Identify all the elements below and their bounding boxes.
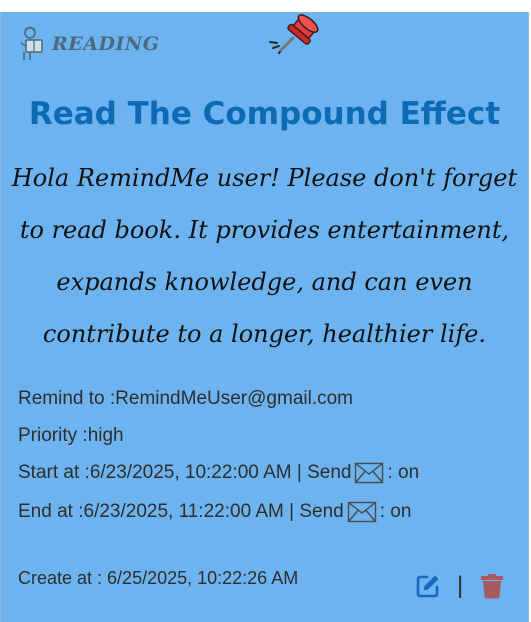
reminder-message: Hola RemindMe user! Please don't forget … (11, 164, 518, 348)
priority-value: high (87, 424, 124, 446)
edit-icon[interactable] (415, 573, 441, 599)
end-label: End at : (18, 501, 84, 522)
priority-label: Priority : (18, 424, 88, 446)
priority-row: Priority : high (18, 417, 419, 454)
book-reader-icon (20, 26, 43, 60)
end-row: End at : 6/23/2025, 11:22:00 AM | Send :… (18, 491, 419, 533)
reminder-details: Remind to : RemindMeUser@gmail.com Prior… (18, 380, 419, 533)
start-value: 6/23/2025, 10:22:00 AM | Send (89, 461, 352, 483)
start-label: Start at : (18, 461, 90, 483)
end-value: 6/23/2025, 11:22:00 AM | Send (83, 501, 344, 522)
trash-icon[interactable] (479, 573, 505, 599)
start-row: Start at : 6/23/2025, 10:22:00 AM | Send… (18, 454, 419, 491)
envelope-icon (355, 462, 384, 483)
remind-to-value: RemindMeUser@gmail.com (115, 387, 353, 409)
envelope-icon (347, 501, 376, 523)
category-tag: READING (18, 26, 159, 62)
category-label: READING (52, 33, 160, 55)
reminder-title: Read The Compound Effect (28, 96, 501, 132)
remind-to-label: Remind to : (18, 387, 116, 409)
created-value: 6/25/2025, 10:22:26 AM (107, 568, 299, 588)
start-send-status: : on (387, 461, 420, 483)
end-send-status: : on (379, 501, 412, 522)
reminder-card: READING Read The Compound Effect Hola Re… (0, 12, 529, 622)
card-actions: | (415, 572, 505, 600)
created-at: Create at : 6/25/2025, 10:22:26 AM (18, 568, 298, 589)
pushpin-icon (269, 14, 319, 54)
created-label: Create at : (18, 568, 108, 588)
remind-to-row: Remind to : RemindMeUser@gmail.com (18, 380, 419, 417)
action-divider: | (457, 572, 464, 599)
